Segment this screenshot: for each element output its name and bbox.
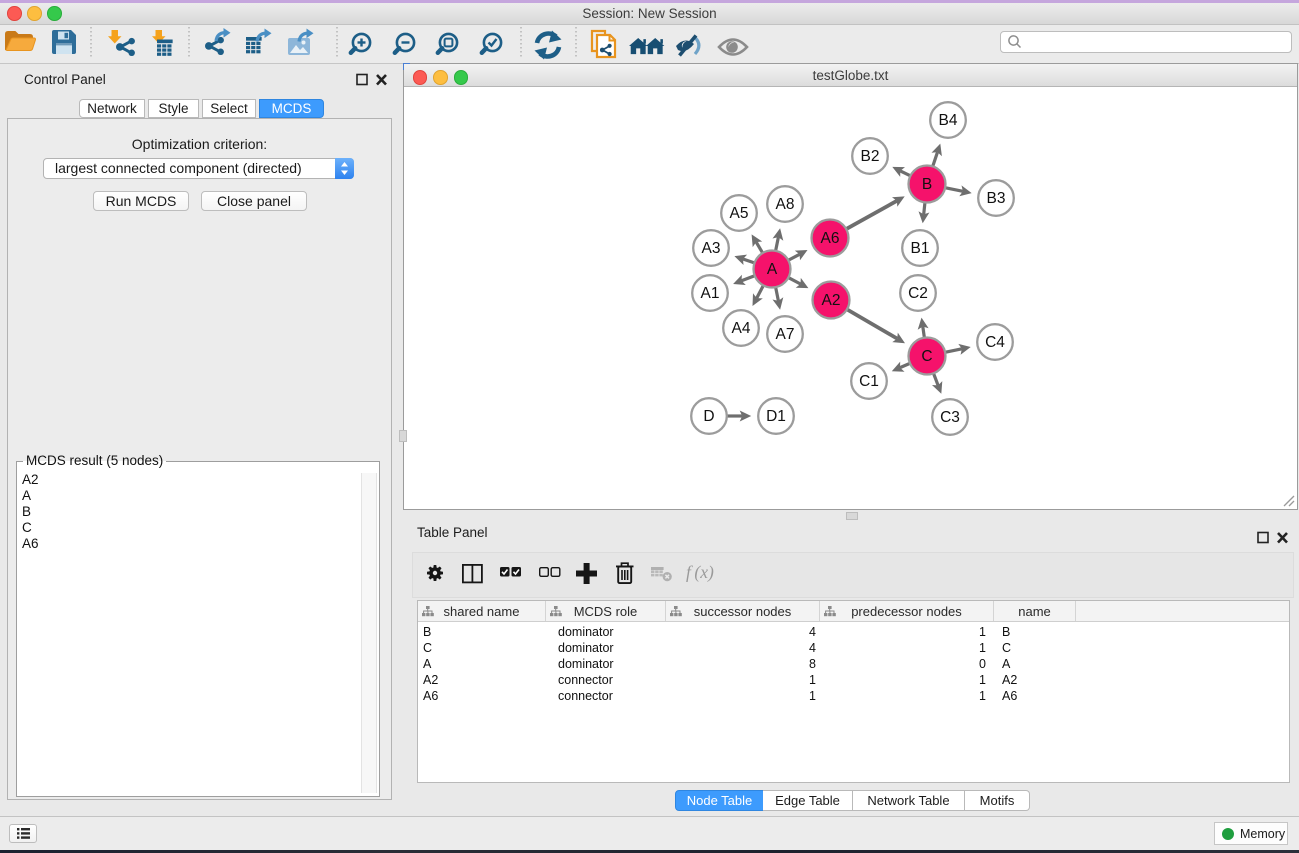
svg-text:A2: A2 <box>822 292 841 309</box>
svg-text:A8: A8 <box>776 196 795 213</box>
svg-text:B1: B1 <box>911 240 930 257</box>
svg-text:D1: D1 <box>766 408 786 425</box>
svg-text:A6: A6 <box>821 230 840 247</box>
svg-text:B3: B3 <box>987 190 1006 207</box>
svg-text:C2: C2 <box>908 285 928 302</box>
svg-text:C3: C3 <box>940 409 960 426</box>
svg-text:C1: C1 <box>859 373 879 390</box>
svg-text:B4: B4 <box>939 112 958 129</box>
svg-text:A7: A7 <box>776 326 795 343</box>
svg-text:B: B <box>922 176 932 193</box>
svg-text:C4: C4 <box>985 334 1005 351</box>
svg-text:B2: B2 <box>861 148 880 165</box>
svg-text:C: C <box>921 348 932 365</box>
svg-text:A: A <box>767 261 778 278</box>
